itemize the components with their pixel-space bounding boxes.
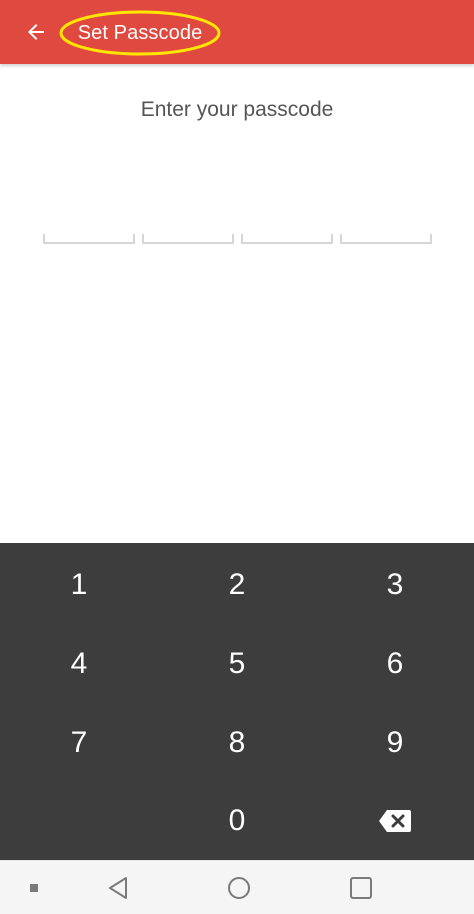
set-passcode-screen: Set Passcode Enter your passcode 1 2 3 4… xyxy=(0,0,474,914)
key-7[interactable]: 7 xyxy=(0,703,158,782)
delete-button[interactable] xyxy=(316,781,474,860)
system-navigation-bar xyxy=(0,860,474,914)
key-1[interactable]: 1 xyxy=(0,545,158,624)
recents-square-icon xyxy=(350,877,372,899)
nav-back-button[interactable] xyxy=(100,873,136,903)
app-bar: Set Passcode xyxy=(0,0,474,64)
key-5[interactable]: 5 xyxy=(158,624,316,703)
key-2[interactable]: 2 xyxy=(158,545,316,624)
menu-dot-icon xyxy=(30,884,38,892)
nav-home-button[interactable] xyxy=(222,873,256,903)
home-circle-icon xyxy=(228,877,250,899)
passcode-slot-2 xyxy=(142,234,234,244)
passcode-slot-1 xyxy=(43,234,135,244)
key-4[interactable]: 4 xyxy=(0,624,158,703)
backspace-icon xyxy=(379,809,411,832)
key-8[interactable]: 8 xyxy=(158,703,316,782)
page-title: Set Passcode xyxy=(77,21,203,44)
menu-dot-button[interactable] xyxy=(24,878,44,898)
numeric-keypad: 1 2 3 4 5 6 7 8 9 0 xyxy=(0,543,474,860)
key-0[interactable]: 0 xyxy=(158,781,316,860)
passcode-slot-3 xyxy=(241,234,333,244)
title-container: Set Passcode xyxy=(58,8,222,58)
arrow-left-icon xyxy=(28,24,44,40)
key-3[interactable]: 3 xyxy=(316,545,474,624)
back-triangle-icon xyxy=(109,877,127,899)
passcode-slot-4 xyxy=(340,234,432,244)
key-6[interactable]: 6 xyxy=(316,624,474,703)
back-button[interactable] xyxy=(16,12,56,52)
nav-recents-button[interactable] xyxy=(344,873,378,903)
passcode-prompt: Enter your passcode xyxy=(140,98,334,121)
key-9[interactable]: 9 xyxy=(316,703,474,782)
